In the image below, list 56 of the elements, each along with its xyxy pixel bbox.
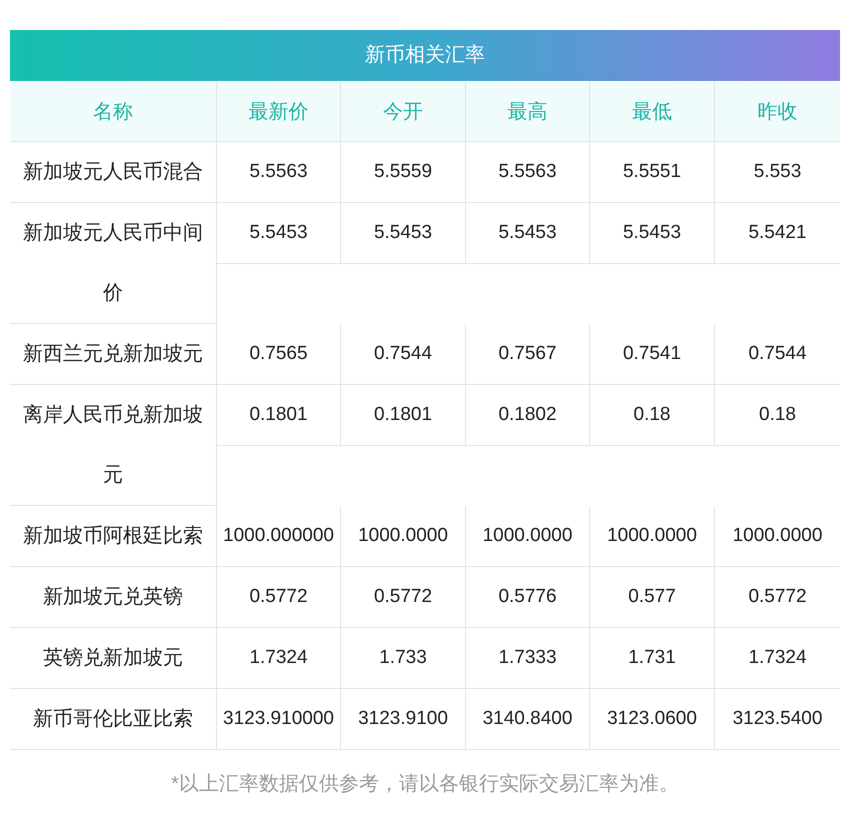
table-cell: 1.7333 bbox=[466, 628, 590, 689]
table-cell: 1000.0000 bbox=[466, 506, 590, 567]
table-cell: 3140.8400 bbox=[466, 689, 590, 750]
table-cell: 3123.0600 bbox=[590, 689, 715, 750]
table-cell: 5.5563 bbox=[466, 142, 590, 203]
column-header: 今开 bbox=[341, 82, 466, 142]
table-cell: 0.5772 bbox=[217, 567, 341, 628]
table-title: 新币相关汇率 bbox=[10, 30, 840, 81]
column-header: 最高 bbox=[466, 82, 590, 142]
table-cell: 1.731 bbox=[590, 628, 715, 689]
table-cell: 英镑兑新加坡元 bbox=[10, 628, 217, 689]
table-cell: 新加坡元人民币中间价 bbox=[10, 203, 217, 324]
table-cell: 0.577 bbox=[590, 567, 715, 628]
table-cell: 5.5453 bbox=[341, 203, 466, 264]
table-cell: 5.553 bbox=[715, 142, 840, 203]
table-cell: 3123.9100 bbox=[341, 689, 466, 750]
table-cell: 新西兰元兑新加坡元 bbox=[10, 324, 217, 385]
table-cell: 1000.0000 bbox=[341, 506, 466, 567]
table-cell: 5.5421 bbox=[715, 203, 840, 264]
table-cell: 0.1802 bbox=[466, 385, 590, 446]
table-cell: 3123.5400 bbox=[715, 689, 840, 750]
table-cell: 5.5551 bbox=[590, 142, 715, 203]
table-cell: 0.7544 bbox=[715, 324, 840, 385]
table-cell: 0.7544 bbox=[341, 324, 466, 385]
table-cell: 离岸人民币兑新加坡元 bbox=[10, 385, 217, 506]
table-cell: 0.7565 bbox=[217, 324, 341, 385]
table-cell: 1000.0000 bbox=[715, 506, 840, 567]
column-header: 最低 bbox=[590, 82, 715, 142]
table-cell: 0.5776 bbox=[466, 567, 590, 628]
table-cell: 1000.0000 bbox=[590, 506, 715, 567]
table-cell: 5.5453 bbox=[466, 203, 590, 264]
table-cell: 新币哥伦比亚比索 bbox=[10, 689, 217, 750]
table-cell: 5.5453 bbox=[217, 203, 341, 264]
table-cell: 0.5772 bbox=[341, 567, 466, 628]
table-cell: 0.1801 bbox=[217, 385, 341, 446]
table-cell: 0.7541 bbox=[590, 324, 715, 385]
column-header: 最新价 bbox=[217, 82, 341, 142]
table-cell: 1.7324 bbox=[715, 628, 840, 689]
table-cell: 3123.910000 bbox=[217, 689, 341, 750]
table-cell: 5.5559 bbox=[341, 142, 466, 203]
table-cell: 1000.000000 bbox=[217, 506, 341, 567]
table-cell: 0.18 bbox=[590, 385, 715, 446]
table-cell: 0.5772 bbox=[715, 567, 840, 628]
table-cell: 0.1801 bbox=[341, 385, 466, 446]
table-cell: 新加坡币阿根廷比索 bbox=[10, 506, 217, 567]
column-header: 名称 bbox=[10, 82, 217, 142]
table-cell: 5.5453 bbox=[590, 203, 715, 264]
column-header: 昨收 bbox=[715, 82, 840, 142]
table-cell: 0.7567 bbox=[466, 324, 590, 385]
table-cell: 5.5563 bbox=[217, 142, 341, 203]
table-cell: 新加坡元兑英镑 bbox=[10, 567, 217, 628]
disclaimer-note: *以上汇率数据仅供参考，请以各银行实际交易汇率为准。 bbox=[170, 772, 680, 797]
table-cell: 0.18 bbox=[715, 385, 840, 446]
table-cell: 1.7324 bbox=[217, 628, 341, 689]
table-cell: 1.733 bbox=[341, 628, 466, 689]
table-cell: 新加坡元人民币混合 bbox=[10, 142, 217, 203]
